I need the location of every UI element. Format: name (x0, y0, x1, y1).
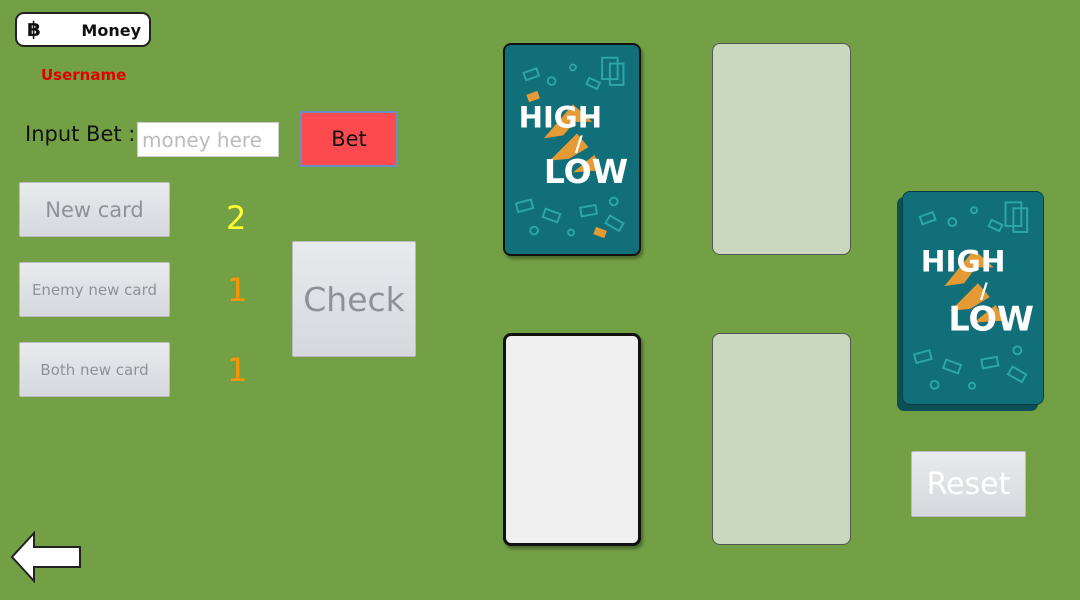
svg-text:LOW: LOW (544, 152, 628, 191)
svg-text:LOW: LOW (948, 300, 1034, 339)
enemy-card[interactable] (503, 333, 641, 546)
card-slot-top-right (712, 43, 851, 255)
enemy-new-card-count: 1 (227, 271, 248, 309)
username-label: Username (41, 66, 127, 84)
card-back-art: HIGH / LOW (505, 46, 639, 253)
card-deck[interactable]: HIGH / LOW (897, 191, 1044, 411)
svg-text:HIGH: HIGH (519, 101, 603, 135)
reset-button[interactable]: Reset (911, 451, 1026, 517)
bet-button[interactable]: Bet (300, 111, 398, 167)
card-slot-bottom-right (712, 333, 851, 545)
baht-icon: ฿ (27, 17, 41, 41)
svg-text:HIGH: HIGH (921, 244, 1006, 278)
both-new-card-button[interactable]: Both new card (19, 342, 170, 397)
card-back-art: HIGH / LOW (903, 192, 1043, 404)
new-card-button[interactable]: New card (19, 182, 170, 237)
bet-label: Input Bet : (25, 122, 136, 146)
back-arrow-icon[interactable] (10, 530, 82, 584)
deck-top-card: HIGH / LOW (902, 191, 1044, 405)
money-display: ฿ Money (15, 12, 151, 47)
money-label: Money (81, 21, 141, 40)
both-new-card-count: 1 (227, 351, 248, 389)
enemy-new-card-button[interactable]: Enemy new card (19, 262, 170, 317)
player-card[interactable]: HIGH / LOW (503, 43, 641, 256)
new-card-count: 2 (226, 199, 247, 237)
bet-input[interactable] (137, 122, 279, 157)
check-button[interactable]: Check (292, 241, 416, 357)
